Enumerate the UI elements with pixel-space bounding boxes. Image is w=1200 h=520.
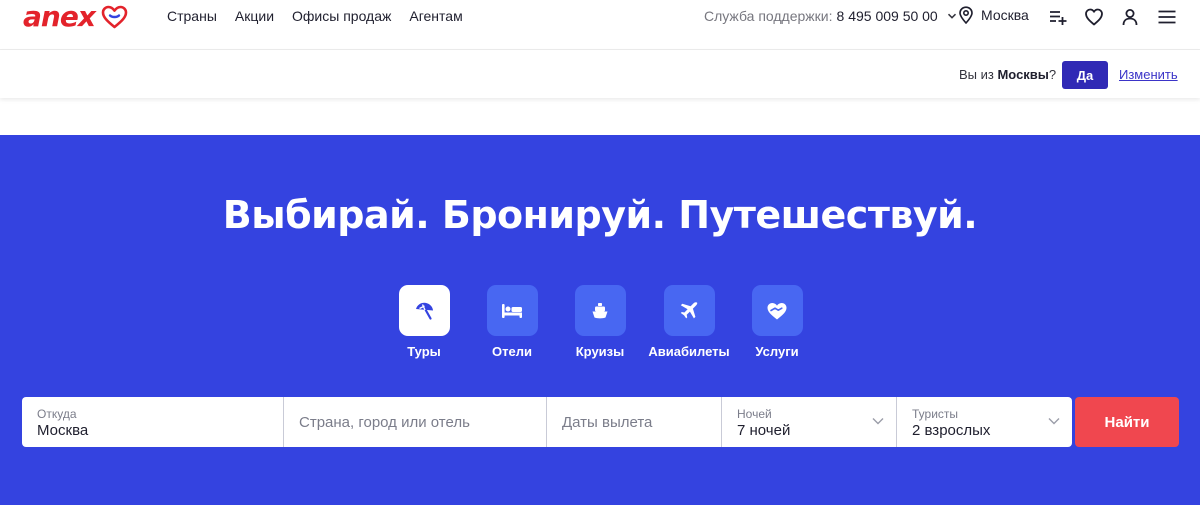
from-city-value: Москва bbox=[37, 422, 89, 439]
support-phone: 8 495 009 50 00 bbox=[836, 8, 938, 24]
chevron-down-icon bbox=[947, 13, 956, 19]
change-city-link[interactable]: Изменить bbox=[1119, 67, 1178, 83]
tourists-select[interactable]: Туристы 2 взрослых bbox=[897, 397, 1072, 447]
nights-chevron-down-icon bbox=[872, 418, 884, 425]
city-selector[interactable]: Москва bbox=[958, 6, 1029, 24]
tab-cruises[interactable]: Круизы bbox=[550, 285, 650, 360]
city-name: Москва bbox=[981, 7, 1029, 23]
support-label: Служба поддержки: bbox=[704, 8, 833, 24]
anex-logo[interactable]: anex bbox=[23, 0, 128, 33]
add-to-list-icon[interactable] bbox=[1048, 7, 1068, 27]
favorites-heart-icon[interactable] bbox=[1084, 7, 1104, 27]
hero-headline: Выбирай. Бронируй. Путешествуй. bbox=[222, 193, 978, 237]
tab-hotels[interactable]: Отели bbox=[462, 285, 562, 360]
nights-label: Ночей bbox=[737, 407, 772, 421]
tab-services[interactable]: Услуги bbox=[727, 285, 827, 360]
user-account-icon[interactable] bbox=[1120, 7, 1140, 27]
tourists-value: 2 взрослых bbox=[912, 422, 991, 439]
departure-dates-input[interactable] bbox=[547, 397, 721, 447]
nav-agents[interactable]: Агентам bbox=[409, 7, 462, 25]
tab-flights-label: Авиабилеты bbox=[648, 344, 730, 359]
tab-services-box bbox=[751, 285, 803, 336]
tourists-chevron-down-icon bbox=[1048, 418, 1060, 425]
top-header: anex Страны Акции Офисы продаж Агентам С… bbox=[0, 0, 1200, 50]
hamburger-menu-icon[interactable] bbox=[1157, 7, 1177, 27]
tab-tours-box bbox=[398, 285, 450, 336]
destination-field bbox=[284, 397, 547, 447]
city-question-city: Москвы bbox=[997, 67, 1049, 82]
tab-tours[interactable]: Туры bbox=[374, 285, 474, 360]
plane-icon bbox=[680, 301, 698, 318]
hero-banner: Выбирай. Бронируй. Путешествуй. Туры Оте… bbox=[0, 135, 1200, 505]
find-button[interactable]: Найти bbox=[1075, 397, 1179, 447]
tab-flights[interactable]: Авиабилеты bbox=[639, 285, 739, 360]
ship-icon bbox=[592, 302, 608, 318]
tab-hotels-label: Отели bbox=[492, 344, 532, 359]
nav-sales-offices[interactable]: Офисы продаж bbox=[292, 7, 391, 25]
logo-text: anex bbox=[23, 0, 96, 33]
tab-services-label: Услуги bbox=[755, 344, 799, 359]
main-nav: Страны Акции Офисы продаж Агентам bbox=[167, 7, 481, 25]
nav-countries[interactable]: Страны bbox=[167, 7, 217, 25]
support-phone-dropdown[interactable]: Служба поддержки: 8 495 009 50 00 bbox=[704, 7, 957, 25]
dates-field bbox=[547, 397, 722, 447]
city-question: Вы из Москвы? bbox=[959, 67, 1056, 83]
tourists-label: Туристы bbox=[912, 407, 959, 421]
tab-flights-box bbox=[663, 285, 715, 336]
nav-promotions[interactable]: Акции bbox=[235, 7, 274, 25]
heart-hand-icon bbox=[767, 302, 787, 319]
tour-search-form: Откуда Москва Ночей 7 ночей Туристы 2 вз… bbox=[22, 397, 1072, 447]
location-pin-icon bbox=[959, 6, 973, 24]
from-city-label: Откуда bbox=[37, 407, 77, 421]
city-question-suffix: ? bbox=[1048, 67, 1057, 82]
tab-cruises-label: Круизы bbox=[575, 344, 625, 359]
city-question-prefix: Вы из bbox=[959, 67, 998, 82]
destination-input[interactable] bbox=[284, 397, 546, 447]
nights-select[interactable]: Ночей 7 ночей bbox=[722, 397, 897, 447]
tab-hotels-box bbox=[486, 285, 538, 336]
from-city-field[interactable]: Откуда Москва bbox=[22, 397, 284, 447]
city-confirm-bar: Вы из Москвы? Да Изменить bbox=[0, 50, 1200, 98]
heart-logo-icon bbox=[101, 5, 128, 29]
nights-value: 7 ночей bbox=[737, 422, 791, 439]
tab-tours-label: Туры bbox=[407, 344, 441, 359]
confirm-city-yes-button[interactable]: Да bbox=[1062, 61, 1108, 89]
bed-icon bbox=[502, 303, 522, 318]
tab-cruises-box bbox=[574, 285, 626, 336]
umbrella-icon bbox=[416, 302, 433, 320]
